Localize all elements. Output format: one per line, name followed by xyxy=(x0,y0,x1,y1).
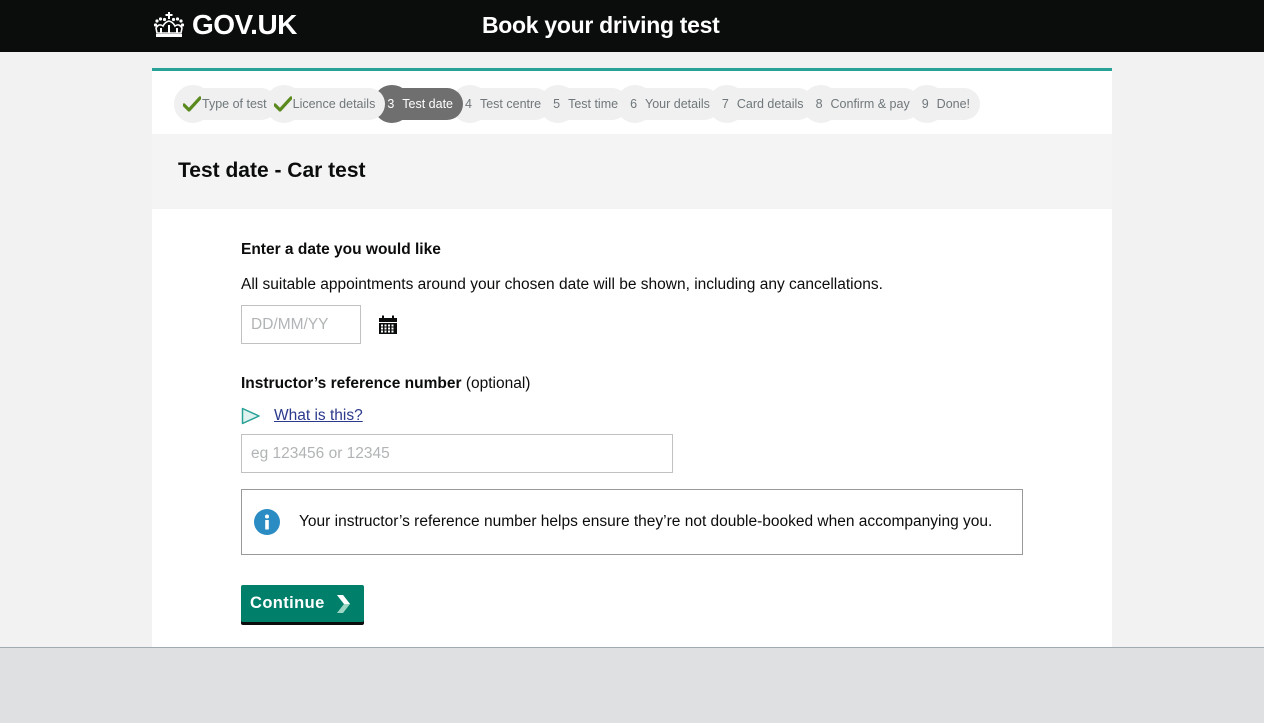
test-date-form: Enter a date you would like All suitable… xyxy=(241,241,1031,622)
instructor-label: Instructor’s reference number (optional) xyxy=(241,375,1031,393)
date-question-label: Enter a date you would like xyxy=(241,241,441,258)
step-number: 3 xyxy=(387,97,395,111)
step-type-of-test: Type of test xyxy=(172,83,277,125)
logo-text: GOV.UK xyxy=(192,9,297,40)
continue-button[interactable]: Continue xyxy=(241,585,364,622)
triangle-right-icon[interactable] xyxy=(241,407,261,425)
step-label: Your details xyxy=(645,97,710,111)
step-label: Test centre xyxy=(479,97,542,111)
step-your-details: 6 Your details xyxy=(614,83,720,125)
title-band: Test date - Car test xyxy=(152,134,1112,209)
step-label: Test time xyxy=(568,97,619,111)
step-confirm-pay: 8 Confirm & pay xyxy=(799,83,920,125)
step-licence-details: Licence details xyxy=(262,83,386,125)
info-icon xyxy=(254,509,280,535)
step-label: Licence details xyxy=(292,97,376,111)
step-label: Test date xyxy=(402,97,454,111)
step-label: Card details xyxy=(736,97,804,111)
date-input[interactable] xyxy=(241,305,361,344)
step-number: 4 xyxy=(465,97,472,111)
footer xyxy=(0,647,1264,723)
step-label: Done! xyxy=(936,97,971,111)
service-name[interactable]: Book your driving test xyxy=(482,11,720,39)
progress-steps: Type of test Licence details 3 Test date xyxy=(172,83,981,125)
details-toggle[interactable]: What is this? xyxy=(241,407,1031,425)
step-number: 9 xyxy=(921,97,929,111)
step-test-centre: 4 Test centre xyxy=(449,83,552,125)
step-label: Confirm & pay xyxy=(830,97,910,111)
govuk-logo[interactable]: GOV.UK xyxy=(152,10,297,40)
step-number: 7 xyxy=(721,97,729,111)
date-hint: All suitable appointments around your ch… xyxy=(241,276,883,293)
step-test-date: 3 Test date xyxy=(371,83,464,125)
instructor-label-bold: Instructor’s reference number xyxy=(241,375,462,392)
step-number: 6 xyxy=(630,97,638,111)
instructor-label-optional: (optional) xyxy=(461,375,531,392)
instructor-reference-input[interactable] xyxy=(241,434,673,473)
info-text: Your instructor’s reference number helps… xyxy=(299,513,993,530)
step-label: Type of test xyxy=(202,97,267,111)
site-header: GOV.UK Book your driving test xyxy=(0,0,1264,52)
continue-label: Continue xyxy=(250,594,325,612)
main-container: Type of test Licence details 3 Test date xyxy=(152,68,1112,648)
check-icon xyxy=(273,96,292,112)
calendar-icon[interactable] xyxy=(378,315,398,335)
crown-icon xyxy=(153,12,185,37)
step-number: 8 xyxy=(815,97,823,111)
check-icon xyxy=(183,96,201,112)
page-title: Test date - Car test xyxy=(178,159,366,182)
step-number: 5 xyxy=(553,97,561,111)
what-is-this-link[interactable]: What is this? xyxy=(274,407,363,425)
chevron-right-icon xyxy=(336,594,350,613)
step-card-details: 7 Card details xyxy=(705,83,814,125)
date-row xyxy=(241,305,1031,344)
info-panel: Your instructor’s reference number helps… xyxy=(241,489,1023,555)
